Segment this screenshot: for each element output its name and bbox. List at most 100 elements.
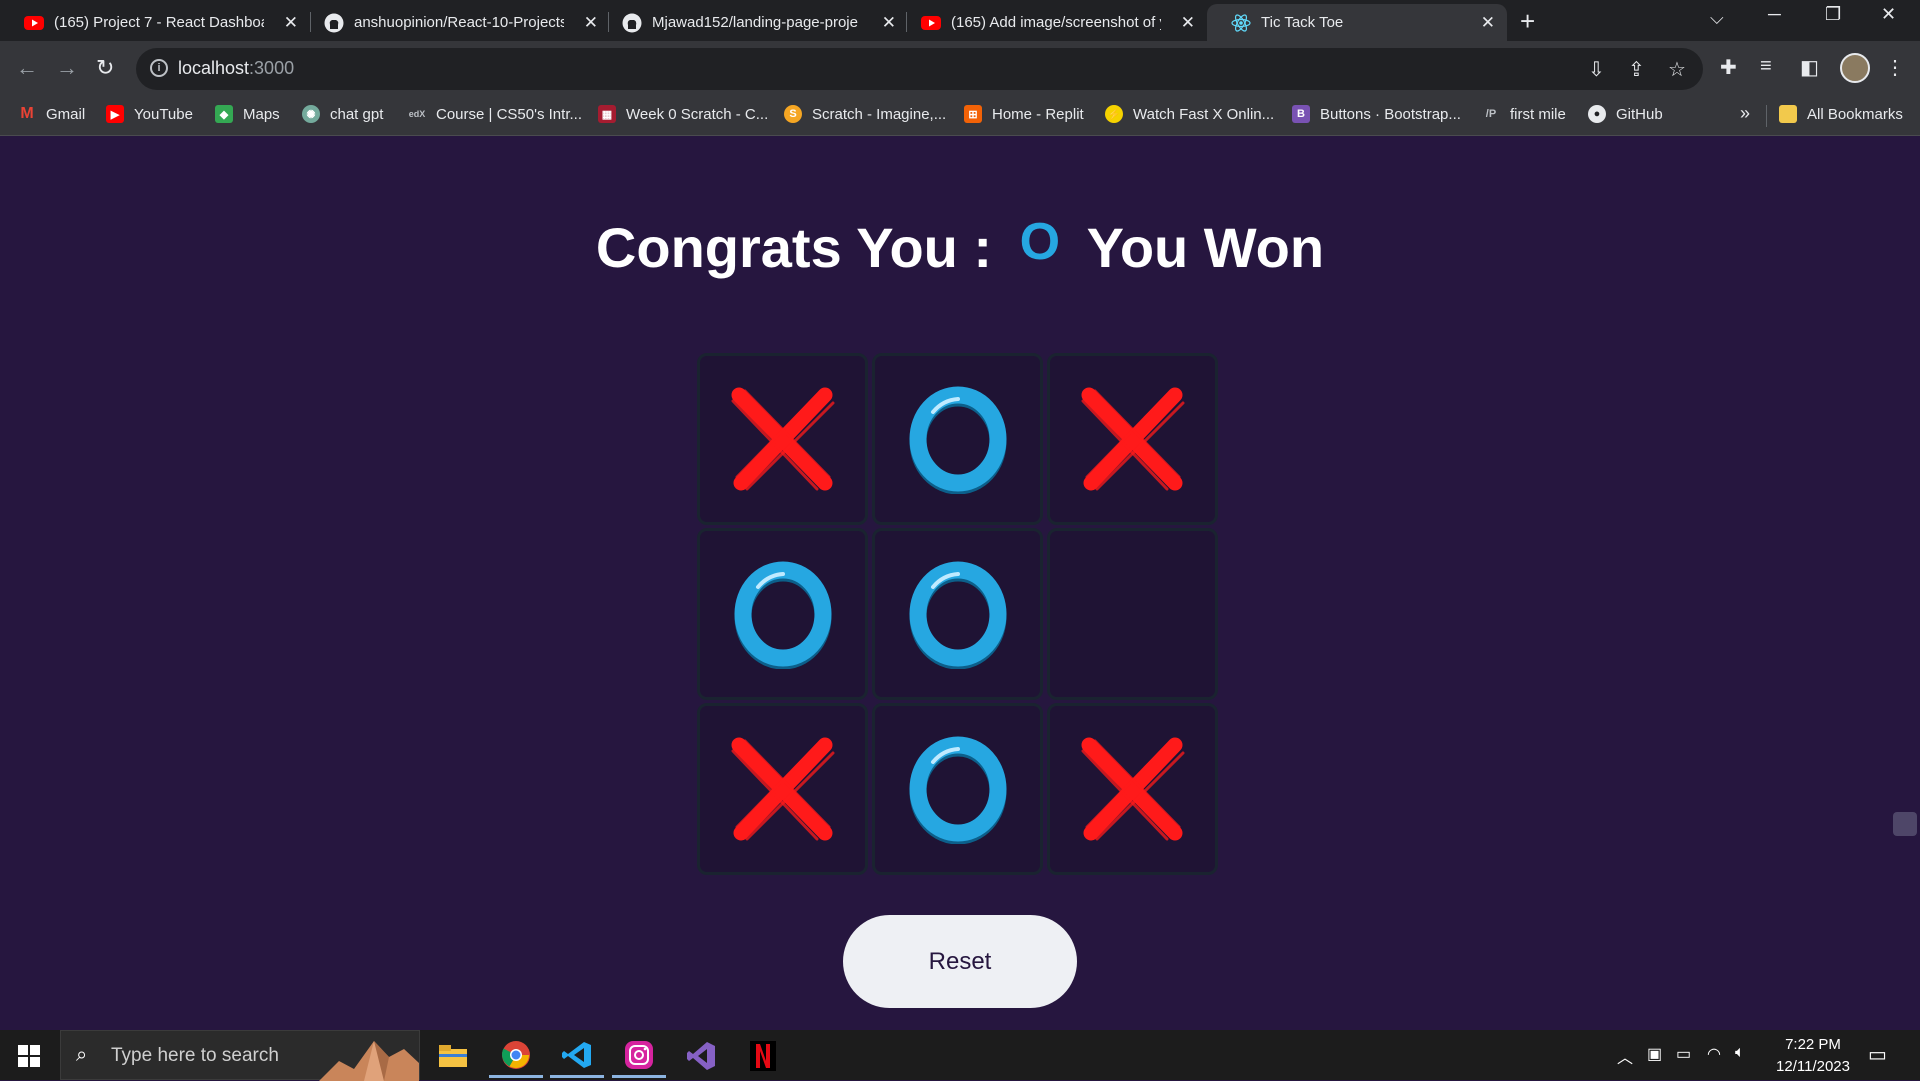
install-app-icon[interactable]: ⇩ bbox=[1588, 57, 1605, 82]
side-widget-icon[interactable] bbox=[1893, 812, 1917, 836]
board-cell[interactable] bbox=[1047, 703, 1218, 875]
taskbar: ⌕ Type here to search ︿ ▣ ▭ ◠ 🔈︎ 7:22 PM… bbox=[0, 1030, 1920, 1081]
notifications-icon[interactable]: ▭ bbox=[1868, 1042, 1887, 1067]
youtube-icon bbox=[24, 13, 44, 33]
windows-start-icon[interactable] bbox=[18, 1045, 40, 1067]
board-cell[interactable] bbox=[697, 353, 868, 525]
board-cell[interactable] bbox=[872, 353, 1043, 525]
visual-studio-icon[interactable] bbox=[674, 1034, 728, 1078]
o-mark-icon bbox=[909, 386, 1006, 494]
close-icon[interactable]: ✕ bbox=[882, 13, 896, 33]
netflix-icon[interactable] bbox=[736, 1034, 790, 1078]
bookmark-bootstrap[interactable]: B Buttons · Bootstrap... bbox=[1292, 105, 1461, 123]
tab-title: anshuopinion/React-10-Projects bbox=[354, 14, 564, 31]
reload-icon[interactable]: ↻ bbox=[96, 55, 114, 81]
restore-icon[interactable]: ❐ bbox=[1825, 4, 1841, 25]
file-explorer-icon[interactable] bbox=[426, 1034, 480, 1078]
close-icon[interactable]: ✕ bbox=[284, 13, 298, 33]
bookmark-week0[interactable]: ▦ Week 0 Scratch - C... bbox=[598, 105, 768, 123]
page-title: Congrats You : O You Won bbox=[0, 212, 1920, 280]
all-bookmarks[interactable]: All Bookmarks bbox=[1779, 105, 1903, 123]
heading-prefix: Congrats You : bbox=[595, 216, 993, 279]
tab-0[interactable]: (165) Project 7 - React Dashboar ✕ bbox=[0, 4, 310, 41]
bookmarks-overflow[interactable]: » bbox=[1740, 103, 1750, 124]
close-window-icon[interactable]: ✕ bbox=[1881, 4, 1896, 25]
winner-mark: O bbox=[1019, 213, 1061, 271]
x-mark-icon bbox=[1081, 387, 1184, 491]
tab-active[interactable]: Tic Tack Toe ✕ bbox=[1207, 4, 1507, 41]
bookmarks-bar: M Gmail ▶ YouTube ◆ Maps ✺ chat gpt edX Cours… bbox=[0, 97, 1920, 136]
o-mark-icon bbox=[909, 736, 1006, 844]
tab-title: (165) Add image/screenshot of y bbox=[951, 14, 1161, 31]
taskbar-clock[interactable]: 7:22 PM 12/11/2023 bbox=[1763, 1034, 1863, 1078]
close-icon[interactable]: ✕ bbox=[1481, 13, 1495, 33]
bootstrap-icon: B bbox=[1292, 105, 1310, 123]
meet-now-icon[interactable]: ▣ bbox=[1647, 1044, 1662, 1064]
chrome-icon[interactable] bbox=[489, 1034, 543, 1078]
o-mark-icon bbox=[734, 561, 831, 669]
bookmark-replit[interactable]: ⊞ Home - Replit bbox=[964, 105, 1084, 123]
share-icon[interactable]: ⇪ bbox=[1628, 57, 1645, 82]
side-panel-icon[interactable]: ◧ bbox=[1800, 55, 1819, 80]
page-content: Congrats You : O You Won Reset bbox=[0, 136, 1920, 1030]
profile-avatar[interactable] bbox=[1840, 53, 1870, 83]
tab-3[interactable]: (165) Add image/screenshot of y ✕ bbox=[897, 4, 1207, 41]
tab-search-icon[interactable]: ⌵ bbox=[1710, 8, 1724, 29]
reset-button[interactable]: Reset bbox=[843, 915, 1077, 1008]
site-info-icon[interactable]: i bbox=[150, 59, 168, 77]
github-icon bbox=[622, 13, 642, 33]
chatgpt-icon: ✺ bbox=[302, 105, 320, 123]
bookmark-maps[interactable]: ◆ Maps bbox=[215, 105, 280, 123]
close-icon[interactable]: ✕ bbox=[1181, 13, 1195, 33]
menu-icon[interactable]: ⋮ bbox=[1885, 55, 1905, 80]
vscode-icon[interactable] bbox=[550, 1034, 604, 1078]
maps-icon: ◆ bbox=[215, 105, 233, 123]
board-cell[interactable] bbox=[872, 528, 1043, 700]
bookmark-scratch[interactable]: S Scratch - Imagine,... bbox=[784, 105, 946, 123]
bookmark-fastx[interactable]: ⚡ Watch Fast X Onlin... bbox=[1105, 105, 1274, 123]
minimize-icon[interactable]: ─ bbox=[1768, 4, 1781, 25]
edx-icon: edX bbox=[408, 109, 426, 119]
taskbar-search[interactable]: ⌕ Type here to search bbox=[60, 1030, 420, 1081]
board-cell[interactable] bbox=[1047, 353, 1218, 525]
address-bar[interactable]: i localhost:3000 ⇩ ⇪ ☆ bbox=[136, 48, 1703, 90]
replit-icon: ⊞ bbox=[964, 105, 982, 123]
forward-icon[interactable]: → bbox=[56, 55, 78, 81]
battery-icon[interactable]: ▭ bbox=[1676, 1044, 1691, 1064]
volume-icon[interactable]: 🔈︎ bbox=[1735, 1044, 1745, 1062]
bookmark-github[interactable]: ● GitHub bbox=[1588, 105, 1663, 123]
clock-time: 7:22 PM bbox=[1785, 1036, 1841, 1053]
back-icon[interactable]: ← bbox=[16, 55, 38, 81]
close-icon[interactable]: ✕ bbox=[584, 13, 598, 33]
heading-suffix: You Won bbox=[1086, 216, 1325, 279]
media-controls-icon[interactable]: ≡ bbox=[1760, 55, 1772, 78]
tab-1[interactable]: anshuopinion/React-10-Projects ✕ bbox=[300, 4, 610, 41]
show-hidden-icons-icon[interactable]: ︿ bbox=[1617, 1044, 1633, 1068]
bookmark-cs50[interactable]: edX Course | CS50's Intr... bbox=[408, 105, 582, 123]
bookmark-youtube[interactable]: ▶ YouTube bbox=[106, 105, 193, 123]
x-mark-icon bbox=[731, 737, 834, 841]
board-cell[interactable] bbox=[1047, 528, 1218, 700]
bookmark-star-icon[interactable]: ☆ bbox=[1668, 57, 1686, 82]
github-icon: ● bbox=[1588, 105, 1606, 123]
url-text[interactable]: localhost:3000 bbox=[178, 58, 294, 79]
game-board bbox=[697, 353, 1220, 877]
wifi-icon[interactable]: ◠ bbox=[1707, 1044, 1721, 1064]
extensions-icon[interactable]: ✚ bbox=[1720, 55, 1737, 80]
react-icon bbox=[1231, 13, 1251, 33]
board-cell[interactable] bbox=[697, 703, 868, 875]
x-mark-icon bbox=[731, 387, 834, 491]
first-mile-icon: /P bbox=[1485, 108, 1497, 120]
gmail-icon: M bbox=[20, 105, 34, 122]
bookmark-first-mile[interactable]: /P first mile bbox=[1482, 105, 1566, 123]
board-cell[interactable] bbox=[872, 703, 1043, 875]
instagram-icon[interactable] bbox=[612, 1034, 666, 1078]
new-tab-button[interactable]: + bbox=[1520, 6, 1535, 37]
search-icon: ⌕ bbox=[76, 1044, 88, 1066]
search-placeholder: Type here to search bbox=[111, 1045, 279, 1066]
board-cell[interactable] bbox=[697, 528, 868, 700]
harvard-icon: ▦ bbox=[598, 105, 616, 123]
bookmark-gmail[interactable]: M Gmail bbox=[18, 105, 85, 123]
bookmark-chatgpt[interactable]: ✺ chat gpt bbox=[302, 105, 383, 123]
tab-2[interactable]: Mjawad152/landing-page-proje ✕ bbox=[598, 4, 908, 41]
